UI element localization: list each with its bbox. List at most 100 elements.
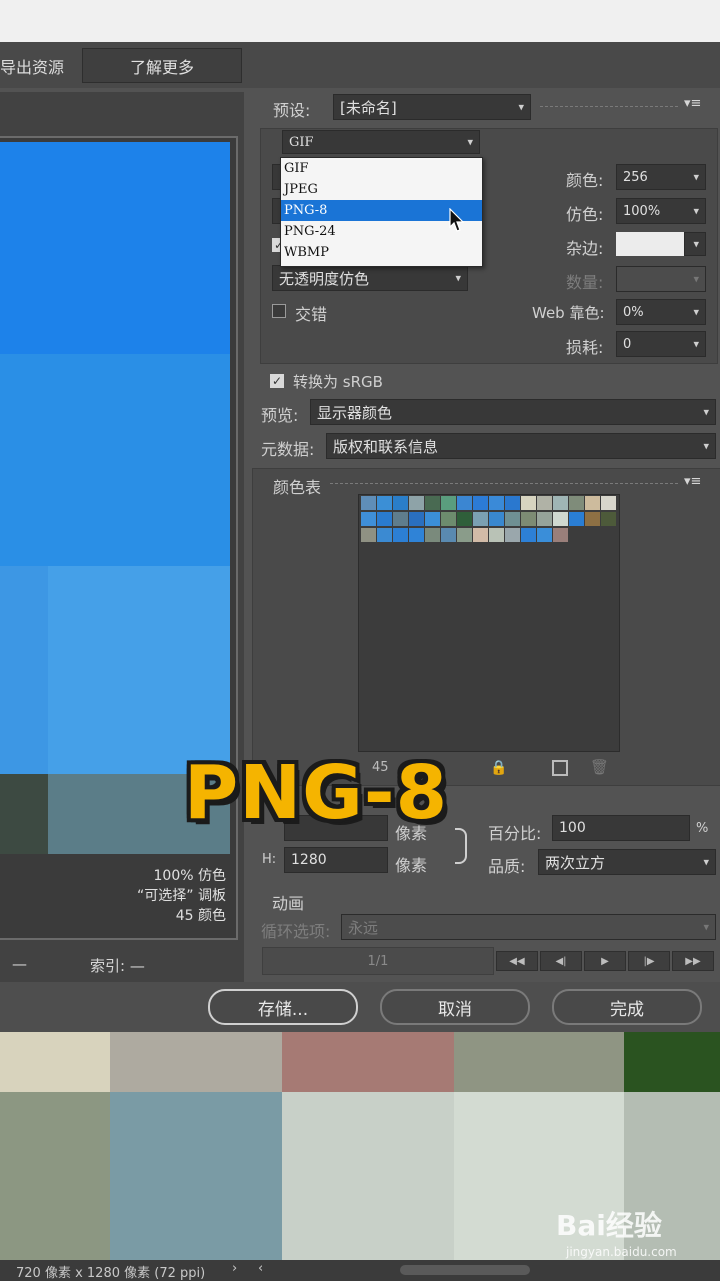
color-swatch[interactable] [553, 528, 568, 542]
matte-label: 杂边: [566, 239, 604, 258]
color-swatch[interactable] [441, 528, 456, 542]
trash-icon[interactable]: 🗑 [590, 758, 609, 776]
color-swatch[interactable] [537, 512, 552, 526]
horizontal-scrollbar[interactable] [400, 1265, 530, 1275]
color-swatch[interactable] [585, 512, 600, 526]
color-swatch[interactable] [361, 512, 376, 526]
color-swatch[interactable] [553, 512, 568, 526]
color-swatch[interactable] [473, 496, 488, 510]
play-icon[interactable]: ▶ [584, 951, 626, 971]
quality-value: 两次立方 [545, 853, 606, 872]
mouse-cursor-icon [449, 208, 465, 232]
color-swatch[interactable] [457, 528, 472, 542]
preset-value: [未命名] [340, 98, 397, 117]
color-swatch[interactable] [361, 528, 376, 542]
color-swatch[interactable] [521, 512, 536, 526]
color-swatch[interactable] [393, 528, 408, 542]
color-swatch[interactable] [361, 496, 376, 510]
new-color-icon[interactable] [552, 760, 568, 776]
color-swatch[interactable] [441, 512, 456, 526]
dither-field[interactable]: 100% ▾ [616, 198, 706, 224]
chevron-down-icon: ▾ [703, 439, 709, 453]
color-swatch[interactable] [377, 512, 392, 526]
color-swatch[interactable] [569, 512, 584, 526]
color-swatch[interactable] [473, 528, 488, 542]
lock-icon[interactable]: 🔒 [490, 760, 507, 776]
prev-frame-icon[interactable]: ◀| [540, 951, 582, 971]
color-swatch[interactable] [473, 512, 488, 526]
dither-value: 100% [623, 203, 661, 219]
frame-counter: 1/1 [262, 947, 494, 975]
matte-swatch[interactable] [616, 232, 684, 256]
done-button[interactable]: 完成 [552, 989, 702, 1025]
lossy-field[interactable]: 0 ▾ [616, 331, 706, 357]
export-assets-link[interactable]: 导出资源 [0, 54, 64, 78]
color-swatch[interactable] [409, 512, 424, 526]
web-snap-field[interactable]: 0% ▾ [616, 299, 706, 325]
last-frame-icon[interactable]: ▶▶ [672, 951, 714, 971]
format-option-jpeg[interactable]: JPEG [281, 179, 482, 200]
height-field[interactable]: 1280 [284, 847, 388, 873]
color-swatch[interactable] [521, 528, 536, 542]
preview-mode-select[interactable]: 显示器颜色 ▾ [310, 399, 716, 425]
save-button[interactable]: 存储... [208, 989, 358, 1025]
matte-dropdown[interactable]: ▾ [684, 232, 706, 256]
percent-field[interactable]: 100 [552, 815, 690, 841]
color-swatch[interactable] [377, 528, 392, 542]
title-bar [0, 0, 720, 42]
format-select[interactable]: GIF ▾ [282, 130, 480, 154]
color-swatch[interactable] [377, 496, 392, 510]
transparency-dither-select[interactable]: 无透明度仿色 ▾ [272, 265, 468, 291]
chevron-right-icon[interactable]: › [232, 1261, 237, 1276]
document-size: 720 像素 x 1280 像素 (72 ppi) [16, 1266, 206, 1281]
preset-select[interactable]: [未命名] ▾ [333, 94, 531, 120]
chevron-down-icon: ▾ [693, 170, 699, 184]
scroll-left-icon[interactable]: ‹ [258, 1261, 263, 1276]
color-swatch[interactable] [425, 512, 440, 526]
color-swatch[interactable] [425, 528, 440, 542]
index-readout: 索引: — [90, 957, 145, 975]
preview-band-3a [0, 566, 48, 774]
color-swatch[interactable] [537, 496, 552, 510]
color-swatch[interactable] [409, 528, 424, 542]
color-swatch[interactable] [601, 512, 616, 526]
color-swatch[interactable] [441, 496, 456, 510]
color-swatch[interactable] [393, 512, 408, 526]
color-swatch[interactable] [457, 496, 472, 510]
color-swatch[interactable] [505, 496, 520, 510]
format-option-gif[interactable]: GIF [281, 158, 482, 179]
quality-label: 品质: [488, 857, 526, 876]
color-swatch[interactable] [521, 496, 536, 510]
cancel-button[interactable]: 取消 [380, 989, 530, 1025]
color-swatch[interactable] [457, 512, 472, 526]
first-frame-icon[interactable]: ◀◀ [496, 951, 538, 971]
colors-field[interactable]: 256 ▾ [616, 164, 706, 190]
color-swatch[interactable] [553, 496, 568, 510]
color-swatch[interactable] [569, 496, 584, 510]
color-swatch[interactable] [409, 496, 424, 510]
color-swatch[interactable] [489, 512, 504, 526]
caption-overlay: PNG-8 [184, 750, 449, 836]
color-swatch[interactable] [489, 496, 504, 510]
color-swatch[interactable] [585, 496, 600, 510]
panel-menu-icon[interactable]: ▾≡ [684, 96, 701, 111]
color-swatch[interactable] [537, 528, 552, 542]
color-swatch[interactable] [505, 512, 520, 526]
color-swatch[interactable] [489, 528, 504, 542]
color-swatch[interactable] [505, 528, 520, 542]
color-swatch[interactable] [601, 496, 616, 510]
color-table-title: 颜色表 [273, 478, 322, 497]
metadata-select[interactable]: 版权和联系信息 ▾ [326, 433, 716, 459]
quality-select[interactable]: 两次立方 ▾ [538, 849, 716, 875]
format-option-wbmp[interactable]: WBMP [281, 242, 482, 263]
link-proportions-icon[interactable] [455, 828, 467, 864]
color-swatch[interactable] [393, 496, 408, 510]
color-swatch[interactable] [425, 496, 440, 510]
color-table-menu-icon[interactable]: ▾≡ [684, 474, 701, 489]
animation-title: 动画 [272, 894, 305, 913]
percent-label: 百分比: [488, 824, 542, 843]
convert-srgb-checkbox[interactable]: ✓ [270, 374, 284, 388]
learn-more-button[interactable]: 了解更多 [82, 48, 242, 83]
next-frame-icon[interactable]: |▶ [628, 951, 670, 971]
interlaced-checkbox[interactable] [272, 304, 286, 318]
